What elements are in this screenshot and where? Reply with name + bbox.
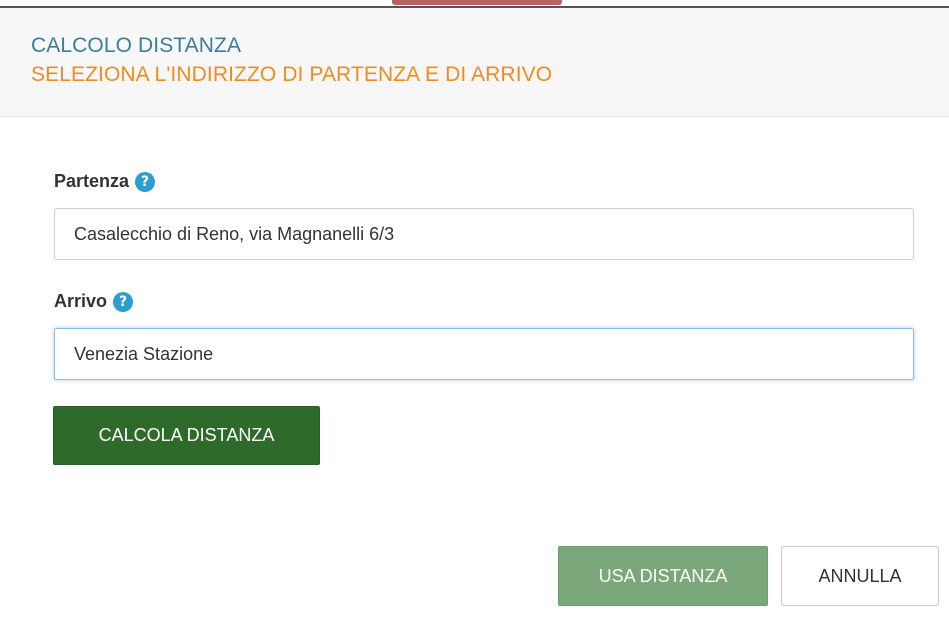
calculate-distance-button[interactable]: CALCOLA DISTANZA (53, 406, 320, 465)
distance-dialog: CALCOLO DISTANZA SELEZIONA L'INDIRIZZO D… (0, 0, 949, 622)
arrival-label-row: Arrivo? (54, 291, 134, 312)
dialog-subtitle: SELEZIONA L'INDIRIZZO DI PARTENZA E DI A… (31, 63, 553, 86)
departure-label-row: Partenza? (54, 171, 156, 192)
arrival-help-icon[interactable]: ? (113, 292, 134, 312)
departure-help-icon[interactable]: ? (135, 172, 156, 192)
use-distance-button[interactable]: USA DISTANZA (558, 546, 768, 606)
departure-label: Partenza (54, 171, 130, 191)
departure-input[interactable] (54, 208, 914, 260)
cancel-button[interactable]: ANNULLA (781, 546, 939, 606)
page-behind-edge (0, 0, 949, 8)
background-page-element (392, 0, 562, 5)
dialog-header: CALCOLO DISTANZA SELEZIONA L'INDIRIZZO D… (0, 8, 949, 117)
arrival-input[interactable] (54, 328, 914, 380)
dialog-title: CALCOLO DISTANZA (31, 34, 242, 57)
arrival-label: Arrivo (54, 291, 108, 311)
